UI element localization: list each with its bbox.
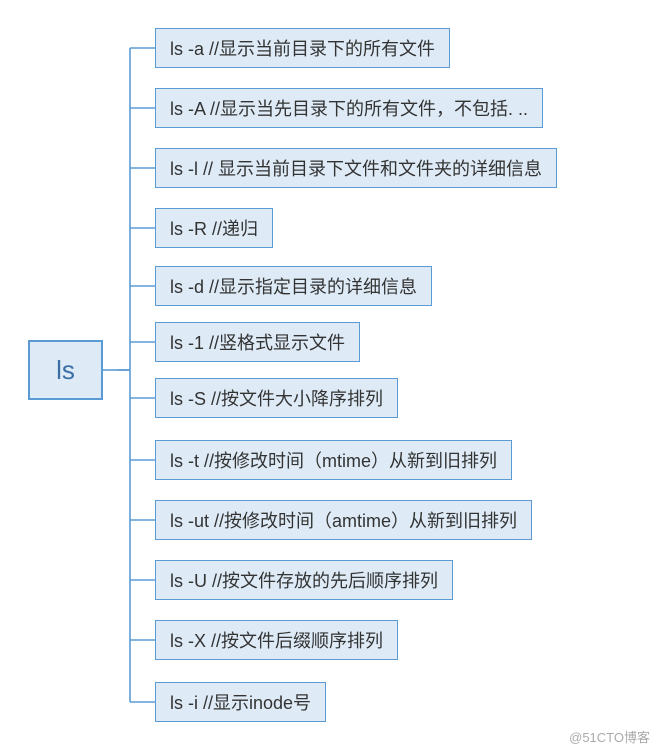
node-label: ls -d //显示指定目录的详细信息 xyxy=(170,273,417,299)
node-label: ls -a //显示当前目录下的所有文件 xyxy=(170,35,435,61)
node-ls-U: ls -U //按文件存放的先后顺序排列 xyxy=(155,560,453,600)
node-ls-X: ls -X //按文件后缀顺序排列 xyxy=(155,620,398,660)
node-ls-d: ls -d //显示指定目录的详细信息 xyxy=(155,266,432,306)
root-node: ls xyxy=(28,340,103,400)
node-ls-t: ls -t //按修改时间（mtime）从新到旧排列 xyxy=(155,440,512,480)
watermark-text: @51CTO博客 xyxy=(569,727,650,746)
node-label: ls -i //显示inode号 xyxy=(170,689,311,715)
node-ls-S: ls -S //按文件大小降序排列 xyxy=(155,378,398,418)
node-ls-i: ls -i //显示inode号 xyxy=(155,682,326,722)
node-ls-l: ls -l // 显示当前目录下文件和文件夹的详细信息 xyxy=(155,148,557,188)
node-label: ls -1 //竖格式显示文件 xyxy=(170,329,345,355)
node-ls-R: ls -R //递归 xyxy=(155,208,273,248)
node-label: ls -S //按文件大小降序排列 xyxy=(170,385,383,411)
node-ls-a: ls -a //显示当前目录下的所有文件 xyxy=(155,28,450,68)
node-label: ls -l // 显示当前目录下文件和文件夹的详细信息 xyxy=(170,155,542,181)
node-ls-ut: ls -ut //按修改时间（amtime）从新到旧排列 xyxy=(155,500,532,540)
root-label: ls xyxy=(56,355,75,386)
mindmap-canvas: ls ls -a //显示当前目录下的所有文件 ls -A //显示当先目录下的… xyxy=(0,0,660,752)
node-label: ls -t //按修改时间（mtime）从新到旧排列 xyxy=(170,447,497,473)
node-label: ls -U //按文件存放的先后顺序排列 xyxy=(170,567,438,593)
node-ls-1: ls -1 //竖格式显示文件 xyxy=(155,322,360,362)
node-label: ls -R //递归 xyxy=(170,215,258,241)
node-label: ls -ut //按修改时间（amtime）从新到旧排列 xyxy=(170,507,517,533)
node-ls-A: ls -A //显示当先目录下的所有文件，不包括. .. xyxy=(155,88,543,128)
node-label: ls -X //按文件后缀顺序排列 xyxy=(170,627,383,653)
node-label: ls -A //显示当先目录下的所有文件，不包括. .. xyxy=(170,95,528,121)
